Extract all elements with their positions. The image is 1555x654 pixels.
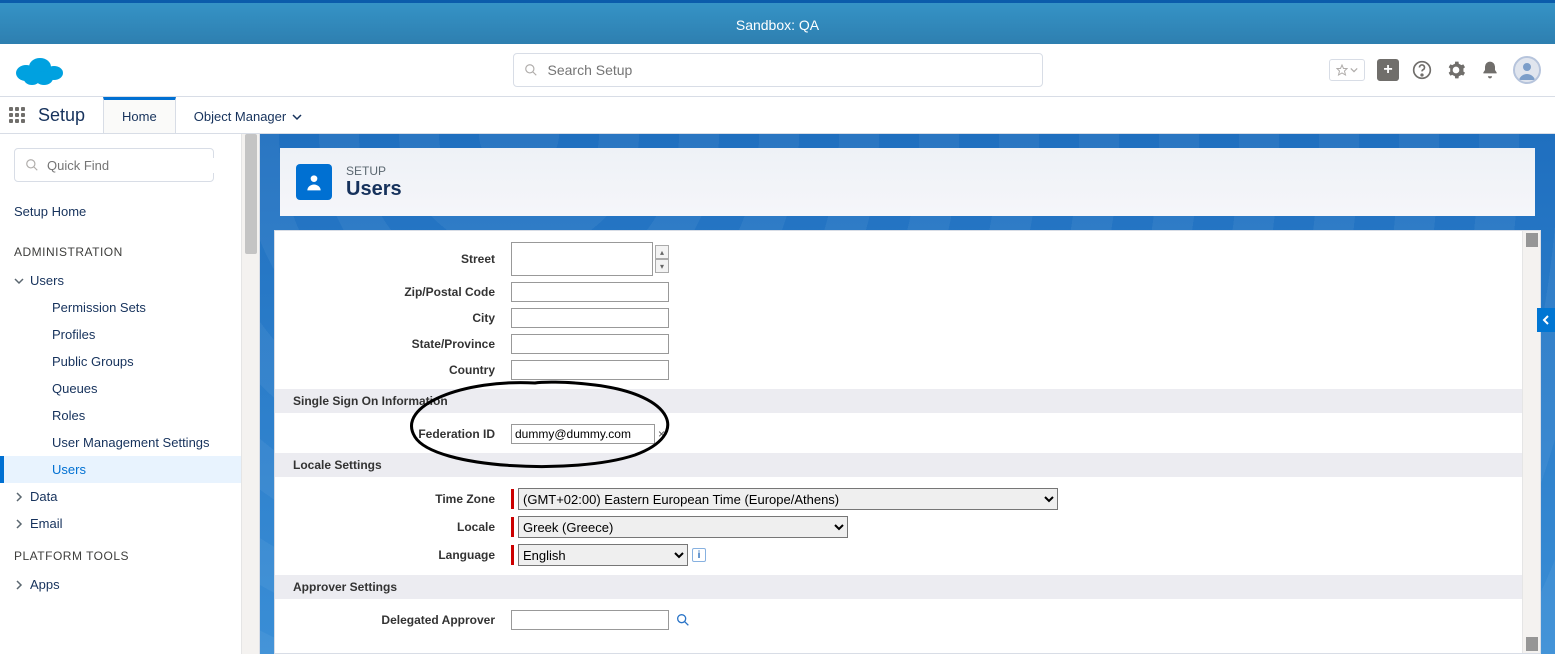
field-country: Country (275, 357, 1522, 383)
salesforce-logo (14, 53, 64, 87)
tab-object-manager[interactable]: Object Manager (176, 97, 321, 133)
quick-find[interactable] (14, 148, 214, 182)
section-locale: Locale Settings (275, 453, 1522, 477)
required-indicator (511, 517, 514, 537)
field-city: City (275, 305, 1522, 331)
sidebar-item-permission-sets[interactable]: Permission Sets (14, 294, 241, 321)
setup-gear-icon[interactable] (1445, 59, 1467, 81)
label-state: State/Province (275, 337, 511, 351)
section-sso: Single Sign On Information (275, 389, 1522, 413)
label-city: City (275, 311, 511, 325)
header-utility-icons: + (1329, 56, 1541, 84)
tab-home[interactable]: Home (103, 97, 176, 133)
sidebar-item-apps[interactable]: Apps (14, 571, 241, 598)
input-country[interactable] (511, 360, 669, 380)
textarea-grow-up-icon[interactable]: ▴ (655, 245, 669, 259)
section-approver: Approver Settings (275, 575, 1522, 599)
label-country: Country (275, 363, 511, 377)
select-language[interactable]: English (518, 544, 688, 566)
field-language: Language English i (275, 541, 1522, 569)
context-bar: Setup Home Object Manager (0, 96, 1555, 134)
field-timezone: Time Zone (GMT+02:00) Eastern European T… (275, 485, 1522, 513)
select-locale[interactable]: Greek (Greece) (518, 516, 848, 538)
chevron-down-icon (14, 276, 24, 286)
sidebar-item-users-parent[interactable]: Users (14, 267, 241, 294)
label-delegated-approver: Delegated Approver (275, 613, 511, 627)
sidebar-item-data[interactable]: Data (14, 483, 241, 510)
sidebar-scrollbar[interactable] (241, 134, 259, 654)
field-street: Street ▴ ▾ (275, 239, 1522, 279)
sidebar-setup-home[interactable]: Setup Home (14, 198, 241, 233)
field-state: State/Province (275, 331, 1522, 357)
user-avatar[interactable] (1513, 56, 1541, 84)
sidebar-section-administration: ADMINISTRATION (14, 233, 241, 267)
sidebar-item-queues[interactable]: Queues (14, 375, 241, 402)
breadcrumb: SETUP (346, 164, 402, 178)
sidebar-item-public-groups[interactable]: Public Groups (14, 348, 241, 375)
info-icon[interactable]: i (692, 548, 706, 562)
page-title: Users (346, 178, 402, 201)
input-zip[interactable] (511, 282, 669, 302)
global-header: + (0, 44, 1555, 96)
sidebar-item-user-mgmt-settings[interactable]: User Management Settings (14, 429, 241, 456)
input-federation-id[interactable] (511, 424, 655, 444)
app-name: Setup (34, 97, 103, 133)
input-city[interactable] (511, 308, 669, 328)
main-content: SETUP Users Street ▴ ▾ (260, 134, 1555, 654)
field-federation-id: Federation ID × (275, 421, 1522, 447)
sidebar-item-roles[interactable]: Roles (14, 402, 241, 429)
collapse-panel-button[interactable] (1537, 308, 1555, 332)
detail-frame: Street ▴ ▾ Zip/Postal Code (274, 230, 1541, 654)
lookup-icon[interactable] (675, 612, 691, 628)
input-state[interactable] (511, 334, 669, 354)
field-zip: Zip/Postal Code (275, 279, 1522, 305)
favorites-button[interactable] (1329, 59, 1365, 81)
notifications-bell-icon[interactable] (1479, 59, 1501, 81)
global-search[interactable] (513, 53, 1043, 87)
field-delegated-approver: Delegated Approver (275, 607, 1522, 633)
field-locale: Locale Greek (Greece) (275, 513, 1522, 541)
required-indicator (511, 545, 514, 565)
label-language: Language (275, 548, 511, 562)
required-indicator (511, 489, 514, 509)
app-launcher-button[interactable] (0, 97, 34, 133)
global-search-input[interactable] (548, 62, 1032, 78)
sidebar-section-platform-tools: PLATFORM TOOLS (14, 537, 241, 571)
input-delegated-approver[interactable] (511, 610, 669, 630)
page-header: SETUP Users (280, 148, 1535, 216)
clear-icon[interactable]: × (658, 427, 665, 441)
help-icon[interactable] (1411, 59, 1433, 81)
label-zip: Zip/Postal Code (275, 285, 511, 299)
sidebar-item-users[interactable]: Users (0, 456, 241, 483)
sidebar-item-profiles[interactable]: Profiles (14, 321, 241, 348)
sandbox-banner: Sandbox: QA (0, 0, 1555, 44)
chevron-right-icon (14, 580, 24, 590)
textarea-grow-down-icon[interactable]: ▾ (655, 259, 669, 273)
quick-find-input[interactable] (47, 158, 223, 173)
label-timezone: Time Zone (275, 492, 511, 506)
search-icon (25, 158, 39, 172)
chevron-down-icon (292, 112, 302, 122)
detail-scrollbar[interactable] (1522, 231, 1540, 653)
setup-sidebar: Setup Home ADMINISTRATION Users Permissi… (0, 134, 260, 654)
label-street: Street (275, 252, 511, 266)
select-timezone[interactable]: (GMT+02:00) Eastern European Time (Europ… (518, 488, 1058, 510)
label-federation-id: Federation ID (275, 427, 511, 441)
chevron-right-icon (14, 519, 24, 529)
input-street[interactable] (511, 242, 653, 276)
chevron-right-icon (14, 492, 24, 502)
label-locale: Locale (275, 520, 511, 534)
sidebar-item-email[interactable]: Email (14, 510, 241, 537)
user-icon (296, 164, 332, 200)
global-actions-button[interactable]: + (1377, 59, 1399, 81)
search-icon (524, 63, 538, 77)
